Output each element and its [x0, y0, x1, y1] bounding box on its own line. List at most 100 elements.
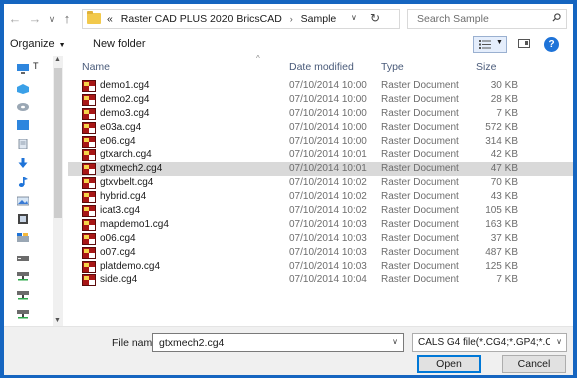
- search-icon[interactable]: [552, 13, 561, 22]
- file-size-cell: 42 KB: [490, 149, 518, 161]
- file-name-dropdown-icon[interactable]: ∨: [392, 337, 398, 346]
- date-modified-cell: 07/10/2014 10:02: [289, 177, 367, 189]
- table-row[interactable]: gtxmech2.cg4 07/10/2014 10:01 Raster Docum…: [68, 162, 573, 177]
- date-modified-cell: 07/10/2014 10:03: [289, 218, 367, 230]
- file-type-cell: Raster Document: [381, 121, 459, 133]
- help-icon[interactable]: ?: [544, 37, 559, 52]
- disk-icon[interactable]: [17, 102, 29, 112]
- raster-document-icon: [82, 191, 96, 204]
- file-name-cell: demo3.cg4: [100, 107, 150, 119]
- table-row[interactable]: e06.cg4 07/10/2014 10:00 Raster Document 31…: [68, 135, 573, 149]
- file-type-cell: Raster Document: [381, 205, 459, 217]
- table-row[interactable]: demo2.cg4 07/10/2014 10:00 Raster Document…: [68, 93, 573, 107]
- sort-ascending-icon: ^: [256, 54, 260, 63]
- open-button[interactable]: Open: [417, 355, 481, 373]
- forward-arrow-icon[interactable]: →: [28, 11, 42, 27]
- column-header-date-modified[interactable]: Date modified: [289, 56, 354, 78]
- 3d-objects-icon[interactable]: [17, 84, 29, 94]
- file-type-cell: Raster Document: [381, 163, 459, 175]
- table-row[interactable]: e03a.cg4 07/10/2014 10:00 Raster Document 5…: [68, 121, 573, 135]
- network-drive-icon[interactable]: [17, 290, 29, 300]
- organize-button[interactable]: Organize ▼: [10, 38, 66, 50]
- file-name-cell: o06.cg4: [100, 232, 136, 244]
- change-view-button[interactable]: ▼: [473, 36, 507, 53]
- back-arrow-icon[interactable]: ←: [8, 11, 22, 27]
- documents-icon[interactable]: [17, 139, 29, 149]
- preview-pane-icon[interactable]: [518, 39, 530, 48]
- file-size-cell: 163 KB: [485, 218, 518, 230]
- music-icon[interactable]: [17, 177, 29, 187]
- downloads-icon[interactable]: [17, 158, 29, 168]
- organize-label: Organize: [10, 38, 55, 50]
- search-box[interactable]: Search Sample: [407, 9, 567, 29]
- file-size-cell: 487 KB: [485, 246, 518, 258]
- column-header-size[interactable]: Size: [476, 56, 496, 78]
- file-name-cell: mapdemo1.cg4: [100, 218, 169, 230]
- raster-document-icon: [82, 149, 96, 162]
- column-header-name[interactable]: Name: [82, 56, 110, 78]
- table-row[interactable]: gtxarch.cg4 07/10/2014 10:01 Raster Docume…: [68, 148, 573, 162]
- recent-locations-chevron-icon[interactable]: ∨: [45, 11, 59, 27]
- file-type-cell: Raster Document: [381, 191, 459, 203]
- navigation-pane-scrollbar[interactable]: ▲ ▼: [53, 56, 63, 326]
- network-drive-icon[interactable]: [17, 309, 29, 319]
- scrollbar-thumb[interactable]: [54, 68, 62, 218]
- raster-document-icon: [82, 93, 96, 106]
- file-size-cell: 125 KB: [485, 260, 518, 272]
- file-type-cell: Raster Document: [381, 177, 459, 189]
- file-name-cell: e03a.cg4: [100, 121, 142, 133]
- breadcrumb-overflow[interactable]: «: [107, 13, 113, 25]
- file-name-cell: icat3.cg4: [100, 205, 141, 217]
- file-name-value[interactable]: gtxmech2.cg4: [159, 337, 224, 349]
- table-row[interactable]: mapdemo1.cg4 07/10/2014 10:03 Raster Docum…: [68, 218, 573, 232]
- drive-icon[interactable]: [17, 253, 29, 263]
- address-bar[interactable]: « Raster CAD PLUS 2020 BricsCAD › Sample…: [82, 9, 400, 29]
- up-arrow-icon[interactable]: ↑: [60, 11, 74, 27]
- table-row[interactable]: hybrid.cg4 07/10/2014 10:02 Raster Documen…: [68, 190, 573, 204]
- scroll-up-icon[interactable]: ▲: [54, 56, 61, 63]
- file-size-cell: 105 KB: [485, 205, 518, 217]
- table-row[interactable]: icat3.cg4 07/10/2014 10:02 Raster Document…: [68, 204, 573, 218]
- file-type-dropdown-icon[interactable]: ∨: [556, 337, 562, 346]
- column-header-type[interactable]: Type: [381, 56, 404, 78]
- file-name-field[interactable]: gtxmech2.cg4 ∨: [152, 333, 404, 352]
- search-input[interactable]: Search Sample: [417, 13, 489, 25]
- table-row[interactable]: platdemo.cg4 07/10/2014 10:03 Raster Docum…: [68, 260, 573, 274]
- file-name-cell: demo1.cg4: [100, 80, 150, 91]
- organize-caret-icon: ▼: [58, 42, 66, 49]
- new-folder-button[interactable]: New folder: [93, 38, 146, 50]
- refresh-icon[interactable]: ↻: [370, 11, 380, 25]
- file-type-cell: Raster Document: [381, 260, 459, 272]
- file-size-cell: 7 KB: [496, 107, 518, 119]
- file-size-cell: 7 KB: [496, 274, 518, 286]
- local-disk-icon[interactable]: [17, 233, 29, 243]
- file-type-filter-select[interactable]: CALS G4 file(*.CG4;*.GP4;*.CAL; ∨: [412, 333, 567, 352]
- desktop-icon[interactable]: [17, 120, 29, 130]
- table-row[interactable]: gtxvbelt.cg4 07/10/2014 10:02 Raster Docum…: [68, 176, 573, 190]
- file-name-cell: o07.cg4: [100, 246, 136, 258]
- this-pc-icon[interactable]: [17, 64, 29, 74]
- table-row[interactable]: o06.cg4 07/10/2014 10:03 Raster Document 37…: [68, 232, 573, 246]
- file-name-cell: e06.cg4: [100, 135, 136, 147]
- file-type-cell: Raster Document: [381, 232, 459, 244]
- address-dropdown-chevron-icon[interactable]: ∨: [351, 13, 357, 22]
- raster-document-icon: [82, 218, 96, 231]
- date-modified-cell: 07/10/2014 10:02: [289, 191, 367, 203]
- network-drive-icon[interactable]: [17, 271, 29, 281]
- videos-icon[interactable]: [17, 214, 29, 224]
- table-row[interactable]: o07.cg4 07/10/2014 10:03 Raster Document 48…: [68, 246, 573, 260]
- table-row[interactable]: side.cg4 07/10/2014 10:04 Raster Document 7…: [68, 273, 573, 287]
- file-size-cell: 70 KB: [490, 177, 518, 189]
- file-size-cell: 30 KB: [490, 80, 518, 91]
- pictures-icon[interactable]: [17, 196, 29, 206]
- cancel-button[interactable]: Cancel: [502, 355, 566, 373]
- table-row[interactable]: demo3.cg4 07/10/2014 10:00 Raster Document…: [68, 107, 573, 121]
- nav-item-partial-label[interactable]: T: [33, 61, 39, 71]
- scroll-down-icon[interactable]: ▼: [54, 317, 61, 324]
- breadcrumb-item-raster-cad[interactable]: Raster CAD PLUS 2020 BricsCAD: [121, 13, 282, 25]
- view-options-caret-icon: ▼: [496, 39, 503, 46]
- file-type-cell: Raster Document: [381, 135, 459, 147]
- breadcrumb-item-sample[interactable]: Sample: [301, 13, 337, 25]
- table-row[interactable]: demo1.cg4 07/10/2014 10:00 Raster Document…: [68, 79, 573, 93]
- file-type-filter-value: CALS G4 file(*.CG4;*.GP4;*.CAL;: [418, 337, 550, 348]
